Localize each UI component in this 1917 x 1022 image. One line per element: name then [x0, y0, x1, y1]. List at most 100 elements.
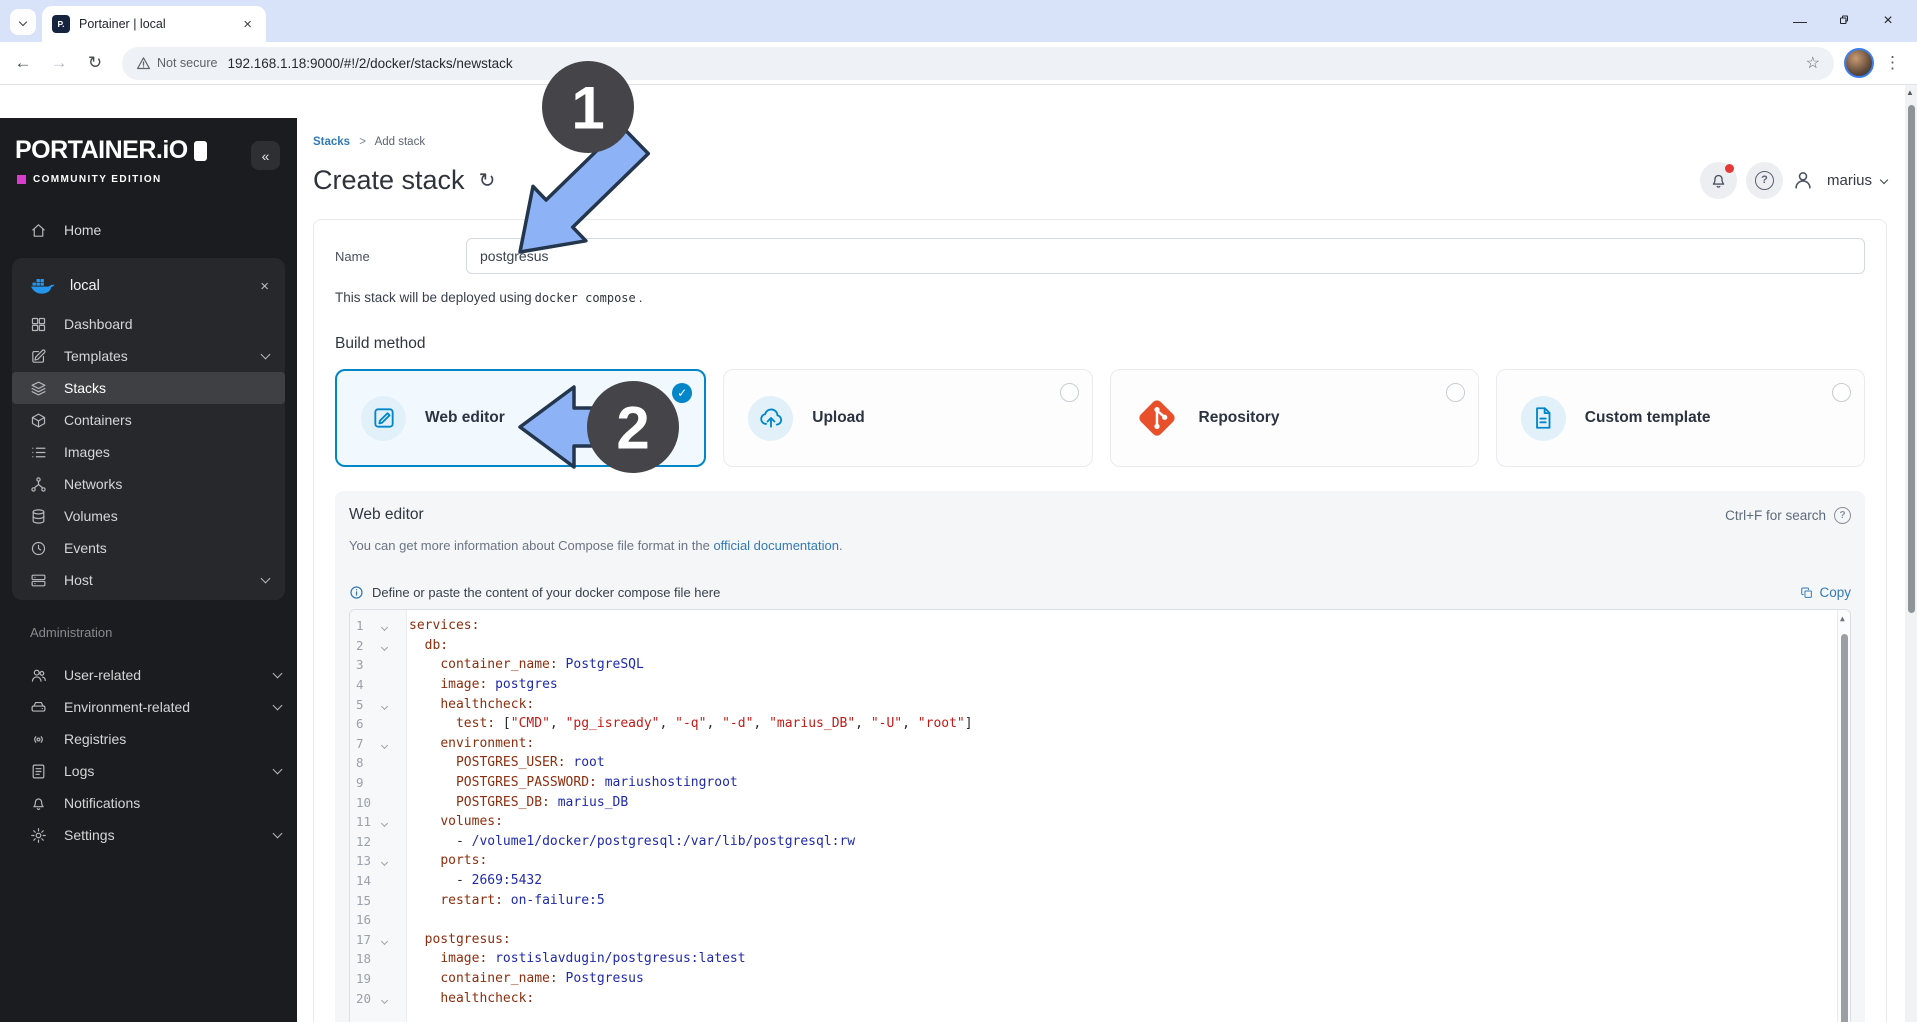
scroll-up-icon[interactable]: ▲	[1840, 614, 1845, 623]
sidebar-item-environment-related[interactable]: Environment-related	[0, 691, 297, 723]
radio-button[interactable]	[1060, 383, 1079, 402]
main-content: Stacks > Add stack Create stack↻ ? mariu…	[313, 118, 1887, 1022]
address-bar[interactable]: Not secure 192.168.1.18:9000/#!/2/docker…	[122, 47, 1834, 80]
stack-name-input[interactable]	[466, 238, 1865, 274]
fold-chevron-icon[interactable]	[381, 997, 388, 1004]
users-icon	[30, 667, 47, 684]
notifications-bell-button[interactable]	[1700, 162, 1737, 199]
edition-square	[17, 175, 26, 184]
environment-name: local	[70, 278, 100, 294]
forward-button[interactable]: →	[46, 53, 72, 73]
code-line: 18 image: rostislavdugin/postgresus:late…	[350, 949, 1850, 969]
profile-avatar[interactable]	[1844, 48, 1874, 78]
box-icon	[30, 412, 47, 429]
bookmark-star-icon[interactable]: ☆	[1806, 53, 1820, 73]
help-button[interactable]: ?	[1746, 162, 1783, 199]
chevron-down-icon	[261, 574, 271, 584]
environment-close-icon[interactable]: ×	[260, 278, 269, 295]
selected-check-icon[interactable]: ✓	[672, 383, 692, 403]
dashboard-icon	[30, 316, 47, 333]
editor-scrollbar-thumb[interactable]	[1841, 634, 1848, 1022]
sidebar-item-containers[interactable]: Containers	[12, 404, 285, 436]
back-button[interactable]: ←	[10, 53, 36, 73]
page-scrollbar[interactable]: ▲	[1905, 85, 1917, 1022]
sidebar-item-user-related[interactable]: User-related	[0, 659, 297, 691]
bell-icon	[30, 795, 47, 812]
scroll-up-icon[interactable]: ▲	[1906, 88, 1914, 97]
docker-whale-icon	[30, 275, 56, 297]
code-line: 13 ports:	[350, 851, 1850, 871]
sidebar-item-dashboard[interactable]: Dashboard	[12, 308, 285, 340]
build-method-repository[interactable]: Repository	[1110, 369, 1479, 467]
tab-search-button[interactable]	[10, 9, 36, 35]
fold-chevron-icon[interactable]	[381, 742, 388, 749]
editor-scrollbar[interactable]: ▲	[1837, 610, 1850, 1022]
sidebar-item-volumes[interactable]: Volumes	[12, 500, 285, 532]
breadcrumb: Stacks > Add stack	[313, 136, 1887, 152]
not-secure-label[interactable]: Not secure	[157, 56, 217, 70]
header-user-zone: ? marius	[1700, 162, 1887, 199]
sidebar-item-logs[interactable]: Logs	[0, 755, 297, 787]
official-documentation-link[interactable]: official documentation	[713, 538, 839, 553]
sidebar-item-notifications[interactable]: Notifications	[0, 787, 297, 819]
chevron-down-icon	[273, 669, 283, 679]
screen: P. Portainer | local × — × ← → ↻ Not sec…	[0, 0, 1917, 1022]
sidebar-item-settings[interactable]: Settings	[0, 819, 297, 851]
sidebar-item-stacks[interactable]: Stacks	[12, 372, 285, 404]
build-method-custom-template[interactable]: Custom template	[1496, 369, 1865, 467]
fold-chevron-icon[interactable]	[381, 859, 388, 866]
radio-button[interactable]	[1832, 383, 1851, 402]
breadcrumb-stacks-link[interactable]: Stacks	[313, 136, 350, 148]
logo-block	[194, 141, 207, 161]
fold-chevron-icon[interactable]	[381, 820, 388, 827]
sidebar-item-registries[interactable]: Registries	[0, 723, 297, 755]
sidebar-item-networks[interactable]: Networks	[12, 468, 285, 500]
reload-button[interactable]: ↻	[82, 53, 108, 73]
window-close-button[interactable]: ×	[1875, 12, 1901, 30]
sidebar: PORTAINER.iO COMMUNITY EDITION « Home lo…	[0, 118, 297, 1022]
code-line: 17 postgresus:	[350, 930, 1850, 950]
build-method-web-editor[interactable]: Web editor✓	[335, 369, 706, 467]
url-text[interactable]: 192.168.1.18:9000/#!/2/docker/stacks/new…	[227, 56, 1797, 71]
browser-tab[interactable]: P. Portainer | local ×	[42, 6, 266, 42]
sidebar-collapse-button[interactable]: «	[251, 141, 280, 170]
fold-chevron-icon[interactable]	[381, 644, 388, 651]
compose-code-editor[interactable]: 1services:2 db:3 container_name: Postgre…	[349, 609, 1851, 1022]
info-icon	[349, 585, 364, 600]
fold-chevron-icon[interactable]	[381, 703, 388, 710]
tab-close-icon[interactable]: ×	[239, 16, 256, 33]
code-line: 8 POSTGRES_USER: root	[350, 753, 1850, 773]
window-restore-button[interactable]	[1831, 13, 1857, 29]
sidebar-item-home[interactable]: Home	[0, 214, 297, 246]
not-secure-warning-icon[interactable]	[136, 56, 151, 71]
code-line: 15 restart: on-failure:5	[350, 890, 1850, 910]
radio-button[interactable]	[1446, 383, 1465, 402]
portainer-favicon: P.	[52, 15, 70, 33]
tab-strip: P. Portainer | local × — ×	[0, 0, 1917, 42]
code-line: 10 POSTGRES_DB: marius_DB	[350, 792, 1850, 812]
browser-menu-icon[interactable]: ⋮	[1884, 53, 1901, 73]
code-line: 16	[350, 910, 1850, 930]
build-method-upload[interactable]: Upload	[723, 369, 1092, 467]
chevron-down-icon[interactable]	[1880, 176, 1888, 184]
tab-title: Portainer | local	[79, 17, 239, 31]
sidebar-item-images[interactable]: Images	[12, 436, 285, 468]
fold-chevron-icon[interactable]	[381, 938, 388, 945]
sidebar-item-events[interactable]: Events	[12, 532, 285, 564]
sidebar-item-templates[interactable]: Templates	[12, 340, 285, 372]
sidebar-item-host[interactable]: Host	[12, 564, 285, 596]
copy-button[interactable]: Copy	[1800, 585, 1851, 600]
chevron-down-icon	[19, 18, 27, 26]
code-line: 12 - /volume1/docker/postgresql:/var/lib…	[350, 832, 1850, 852]
fold-chevron-icon[interactable]	[381, 624, 388, 631]
page-scrollbar-thumb[interactable]	[1908, 105, 1915, 613]
browser-toolbar: ← → ↻ Not secure 192.168.1.18:9000/#!/2/…	[0, 42, 1917, 85]
code-line: 6 test: ["CMD", "pg_isready", "-q", "-d"…	[350, 714, 1850, 734]
network-icon	[30, 476, 47, 493]
username[interactable]: marius	[1827, 172, 1872, 189]
breadcrumb-current: Add stack	[375, 136, 426, 148]
refresh-icon[interactable]: ↻	[479, 168, 496, 193]
help-circle-icon[interactable]: ?	[1834, 507, 1851, 524]
window-minimize-button[interactable]: —	[1787, 13, 1813, 29]
environment-header-local[interactable]: local ×	[12, 264, 285, 308]
